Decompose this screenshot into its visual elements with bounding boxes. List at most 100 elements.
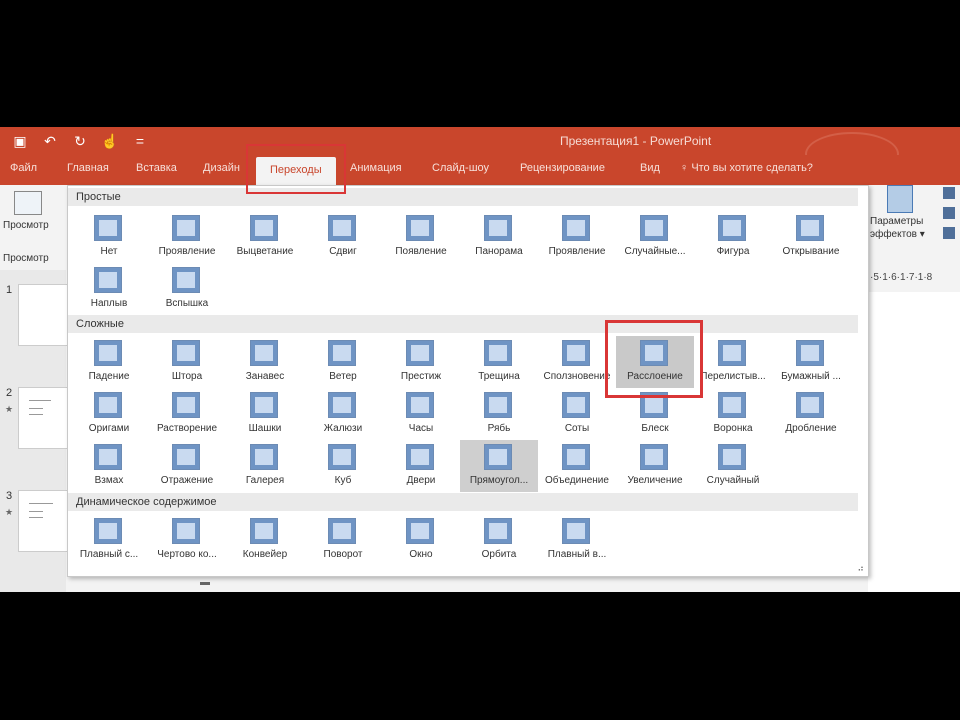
transition-thumbnail-icon <box>172 267 200 293</box>
transition-item[interactable]: Нет <box>70 211 148 263</box>
transition-item[interactable]: Проявление <box>148 211 226 263</box>
transition-item[interactable]: Выцветание <box>226 211 304 263</box>
transition-thumbnail-icon <box>250 444 278 470</box>
transition-label: Престиж <box>400 371 442 382</box>
transition-item[interactable]: Наплыв <box>70 263 148 315</box>
transition-item[interactable]: Объединение <box>538 440 616 492</box>
tab-insert[interactable]: Вставка <box>136 162 177 174</box>
tab-review[interactable]: Рецензирование <box>520 162 605 174</box>
transition-item[interactable]: Взмах <box>70 440 148 492</box>
effect-options-button[interactable]: Параметры эффектов ▾ <box>870 215 925 241</box>
transition-item[interactable]: Плавный в... <box>538 514 616 566</box>
transition-item[interactable]: Плавный с... <box>70 514 148 566</box>
transition-item[interactable]: Бумажный ... <box>772 336 850 388</box>
preview-button-label[interactable]: Просмотр <box>3 220 49 231</box>
transition-label: Рябь <box>487 423 511 434</box>
tab-home[interactable]: Главная <box>67 162 109 174</box>
resize-grip-icon[interactable]: ⠴ <box>857 563 864 574</box>
slide-thumbnail-1[interactable] <box>18 284 68 346</box>
preview-group: Просмотр Просмотр <box>0 185 66 270</box>
transition-item[interactable]: Падение <box>70 336 148 388</box>
transition-item[interactable]: Вспышка <box>148 263 226 315</box>
transition-label: Двери <box>406 475 436 486</box>
apply-to-all-icon[interactable] <box>943 227 955 239</box>
tab-animations[interactable]: Анимация <box>350 162 402 174</box>
transition-item[interactable]: Сдвиг <box>304 211 382 263</box>
transition-item[interactable]: Чертово ко... <box>148 514 226 566</box>
transition-thumbnail-icon <box>640 215 668 241</box>
transition-item[interactable]: Штора <box>148 336 226 388</box>
save-icon[interactable]: ▣ <box>10 131 30 151</box>
transition-thumbnail-icon <box>796 392 824 418</box>
redo-icon[interactable]: ↻ <box>70 131 90 151</box>
transition-item[interactable]: Жалюзи <box>304 388 382 440</box>
transition-thumbnail-icon <box>172 340 200 366</box>
sound-icon[interactable] <box>943 187 955 199</box>
scroll-up-icon[interactable]: ▬ <box>200 577 210 588</box>
preview-icon[interactable] <box>14 191 42 215</box>
customize-icon[interactable]: = <box>130 131 150 151</box>
transition-item[interactable]: Престиж <box>382 336 460 388</box>
lightbulb-icon: ♀ <box>680 162 692 174</box>
transition-item[interactable]: Куб <box>304 440 382 492</box>
transition-item[interactable]: Случайные... <box>616 211 694 263</box>
transition-item[interactable]: Окно <box>382 514 460 566</box>
transition-thumbnail-icon <box>94 518 122 544</box>
tab-slideshow[interactable]: Слайд-шоу <box>432 162 489 174</box>
slide-thumbnail-3[interactable] <box>18 490 68 552</box>
transition-item[interactable]: Проявление <box>538 211 616 263</box>
transition-item[interactable]: Появление <box>382 211 460 263</box>
transition-thumbnail-icon <box>94 340 122 366</box>
touch-icon[interactable]: ☝ <box>100 131 120 151</box>
duration-icon[interactable] <box>943 207 955 219</box>
transition-label: Бумажный ... <box>781 371 841 382</box>
transition-item[interactable]: Шашки <box>226 388 304 440</box>
transition-item[interactable]: Перелистыв... <box>694 336 772 388</box>
transition-thumbnail-icon <box>172 518 200 544</box>
transition-item[interactable]: Увеличение <box>616 440 694 492</box>
transition-item[interactable]: Рябь <box>460 388 538 440</box>
chevron-down-icon: ▾ <box>919 229 925 240</box>
transition-thumbnail-icon <box>562 444 590 470</box>
ribbon-tabs: Файл Главная Вставка Дизайн Переходы Ани… <box>0 155 960 185</box>
transition-item[interactable]: Ветер <box>304 336 382 388</box>
transition-label: Увеличение <box>627 475 683 486</box>
transition-thumbnail-icon <box>94 267 122 293</box>
tab-view[interactable]: Вид <box>640 162 660 174</box>
slide-number: 3 <box>6 490 13 502</box>
transitions-gallery: Простые Сложные Динамическое содержимое … <box>67 185 869 577</box>
transition-label: Панорама <box>475 246 523 257</box>
tell-me-box[interactable]: ♀ Что вы хотите сделать? <box>680 162 813 174</box>
transition-item[interactable]: Конвейер <box>226 514 304 566</box>
powerpoint-window: ▣ ↶ ↻ ☝ = Презентация1 - PowerPoint Файл… <box>0 127 960 592</box>
transition-item[interactable]: Случайный <box>694 440 772 492</box>
transition-item[interactable]: Занавес <box>226 336 304 388</box>
transition-item[interactable]: Галерея <box>226 440 304 492</box>
transition-item[interactable]: Поворот <box>304 514 382 566</box>
transition-item[interactable]: Растворение <box>148 388 226 440</box>
transition-label: Проявление <box>158 246 216 257</box>
transition-item[interactable]: Открывание <box>772 211 850 263</box>
transition-item[interactable]: Двери <box>382 440 460 492</box>
transition-thumbnail-icon <box>172 215 200 241</box>
transition-item[interactable]: Трещина <box>460 336 538 388</box>
transition-item[interactable]: Прямоугол... <box>460 440 538 492</box>
transition-item[interactable]: Воронка <box>694 388 772 440</box>
undo-icon[interactable]: ↶ <box>40 131 60 151</box>
transition-item[interactable]: Фигура <box>694 211 772 263</box>
transition-item[interactable]: Дробление <box>772 388 850 440</box>
effect-options-icon[interactable] <box>887 185 913 213</box>
transition-thumbnail-icon <box>406 518 434 544</box>
transition-item[interactable]: Отражение <box>148 440 226 492</box>
slide-canvas[interactable] <box>868 292 960 592</box>
tab-design[interactable]: Дизайн <box>203 162 240 174</box>
transition-item[interactable]: Панорама <box>460 211 538 263</box>
window-title: Презентация1 - PowerPoint <box>560 134 712 148</box>
transition-thumbnail-icon <box>562 518 590 544</box>
transition-item[interactable]: Оригами <box>70 388 148 440</box>
transition-item[interactable]: Орбита <box>460 514 538 566</box>
tab-file[interactable]: Файл <box>10 162 37 174</box>
transition-thumbnail-icon <box>250 340 278 366</box>
slide-thumbnail-2[interactable] <box>18 387 68 449</box>
transition-item[interactable]: Часы <box>382 388 460 440</box>
